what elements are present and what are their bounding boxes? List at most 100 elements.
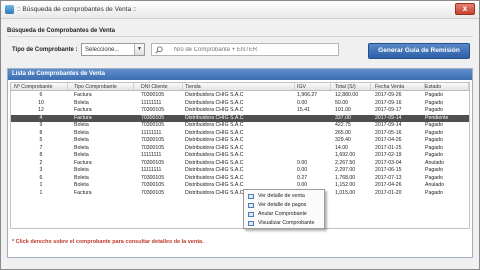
table-cell: Pagado (425, 189, 443, 196)
table-cell: 70300105 (141, 189, 165, 196)
table-cell: 2017-09-16 (375, 99, 402, 106)
table-cell: 2017-09-26 (375, 92, 402, 98)
receipt-number-input[interactable] (174, 45, 334, 55)
context-menu-label: Ver detalle de pagos (258, 202, 307, 208)
table-cell (297, 137, 331, 145)
table-cell: 70300105 (141, 107, 165, 113)
receipt-type-select[interactable]: Seleccione... ▼ (81, 43, 145, 56)
section-divider (7, 36, 473, 37)
table-cell: 1,966.27 (297, 92, 318, 98)
column-header[interactable]: Fecha Venta (375, 83, 425, 90)
table-row[interactable]: 1 Factura 70300105 Distribuidora CHIG S.A.C… (11, 189, 469, 198)
table-row[interactable]: 7 Boleta 70300105 Distribuidora CHIG S.A.C 1… (11, 144, 469, 153)
table-row[interactable]: 12 Factura 70300105 Distribuidora CHIG S.A.… (11, 107, 469, 115)
receipts-table[interactable]: Nº Comprobante Tipo Comprobante DNI Client… (10, 82, 470, 229)
table-cell: 0.00 (297, 159, 308, 166)
table-cell: 1,692.00 (335, 152, 356, 158)
table-row[interactable]: 2 Factura 70300105 Distribuidora CHIG S.A.C… (11, 159, 469, 168)
table-cell: 14.00 (335, 144, 348, 151)
table-cell: 2017-07-13 (375, 174, 402, 181)
table-cell: 0.00 (297, 167, 308, 173)
table-cell: Boleta (74, 152, 89, 158)
table-cell: Boleta (74, 144, 89, 151)
table-cell: 70300105 (141, 182, 165, 188)
table-cell: 329.40 (335, 137, 351, 143)
table-cell (297, 122, 331, 130)
context-menu-item[interactable]: Anular Comprobante (246, 210, 324, 219)
table-cell: 101.00 (335, 107, 351, 113)
receipt-number-search[interactable] (151, 43, 339, 56)
table-cell (297, 152, 331, 160)
table-cell: 1 (39, 189, 43, 196)
table-row[interactable]: 1 Boleta 70300105 Distribuidora CHIG S.A.C 0… (11, 182, 469, 190)
table-cell: 15.41 (297, 107, 310, 113)
table-cell: Pagado (425, 107, 443, 113)
table-cell: 2,267.50 (335, 159, 356, 166)
table-row[interactable]: 8 Boleta 11111111 Distribuidora CHIG S.A.C 1… (11, 152, 469, 160)
close-button[interactable]: x (455, 3, 475, 15)
table-row[interactable]: 6 Factura 70300105 Distribuidora CHIG S.A.C… (11, 92, 469, 100)
table-cell: Factura (74, 92, 92, 98)
context-menu-item[interactable]: Ver detalle de venta (246, 192, 324, 201)
table-cell: 2017-04-26 (375, 137, 402, 143)
table-cell: 5 (39, 137, 43, 143)
table-cell: Factura (74, 107, 92, 113)
table-cell (297, 115, 331, 123)
table-cell: Distribuidora CHIG S.A.C (185, 114, 244, 121)
table-cell: Boleta (74, 99, 89, 106)
table-cell: 422.75 (335, 122, 351, 128)
title-bar[interactable]: :: Búsqueda de comprobantes de Venta :: … (1, 1, 479, 19)
table-row[interactable]: 5 Boleta 70300105 Distribuidora CHIG S.A.C 3… (11, 137, 469, 145)
search-icon (155, 46, 163, 54)
chevron-down-icon[interactable]: ▼ (134, 44, 144, 55)
table-cell: Pagado (425, 167, 443, 173)
table-row[interactable]: 10 Boleta 11111111 Distribuidora CHIG S.A.C… (11, 99, 469, 108)
table-cell: 12,880.00 (335, 92, 359, 98)
table-cell: Boleta (74, 174, 89, 181)
table-cell: 2017-09-17 (375, 107, 402, 113)
table-cell: Boleta (74, 182, 89, 188)
document-icon (248, 194, 254, 199)
table-row[interactable]: 9 Boleta 70300105 Distribuidora CHIG S.A.C 4… (11, 122, 469, 130)
table-cell: 1,015.00 (335, 189, 356, 196)
table-cell: 3 (39, 167, 43, 173)
table-cell: Factura (74, 159, 92, 166)
context-menu-label: Anular Comprobante (258, 211, 307, 217)
receipts-list-header: Lista de Comprobantes de Venta (8, 69, 472, 80)
table-cell: 2,297.00 (335, 167, 356, 173)
column-header[interactable]: Nº Comprobante (14, 83, 68, 90)
table-cell: 8 (39, 152, 43, 158)
context-menu-item[interactable]: Ver detalle de pagos (246, 201, 324, 210)
column-header[interactable]: DNI Cliente (141, 83, 183, 90)
table-cell: 2017-09-14 (375, 122, 402, 128)
table-cell: Distribuidora CHIG S.A.C (185, 167, 244, 173)
view-icon (248, 221, 254, 226)
column-header[interactable]: Estado (425, 83, 469, 90)
table-cell: 6 (39, 92, 43, 98)
table-cell: 337.00 (335, 114, 351, 121)
table-cell: 0.27 (297, 174, 308, 181)
table-cell: 70300105 (141, 122, 165, 128)
table-cell: 70300105 (141, 137, 165, 143)
cancel-icon (248, 212, 254, 217)
payment-icon (248, 203, 254, 208)
table-cell: Distribuidora CHIG S.A.C (185, 144, 244, 151)
table-row[interactable]: 6 Boleta 70300105 Distribuidora CHIG S.A.C 0… (11, 174, 469, 183)
context-menu-item[interactable]: Visualizar Comprobante (246, 219, 324, 228)
table-cell: 2017-06-15 (375, 167, 402, 173)
column-header[interactable]: IGV (297, 83, 331, 90)
table-row[interactable]: 4 Factura 70300105 Distribuidora CHIG S.A.C… (11, 114, 469, 123)
table-cell: Pagado (425, 174, 443, 181)
table-cell: 2017-05-16 (375, 129, 402, 136)
table-cell: Pagado (425, 99, 443, 106)
table-cell: 1,152.00 (335, 182, 356, 188)
table-row[interactable]: 8 Boleta 11111111 Distribuidora CHIG S.A.C 2… (11, 129, 469, 138)
table-row[interactable]: 3 Boleta 11111111 Distribuidora CHIG S.A.C 0… (11, 167, 469, 175)
receipt-type-value: Seleccione... (85, 47, 120, 53)
table-cell: Boleta (74, 129, 89, 136)
table-cell (297, 130, 331, 138)
column-header[interactable]: Tipo Comprobante (74, 83, 134, 90)
generate-shipping-guide-button[interactable]: Generar Guía de Remisión (368, 43, 470, 59)
column-header[interactable]: Total (S/) (335, 83, 371, 90)
column-header[interactable]: Tienda (185, 83, 295, 90)
